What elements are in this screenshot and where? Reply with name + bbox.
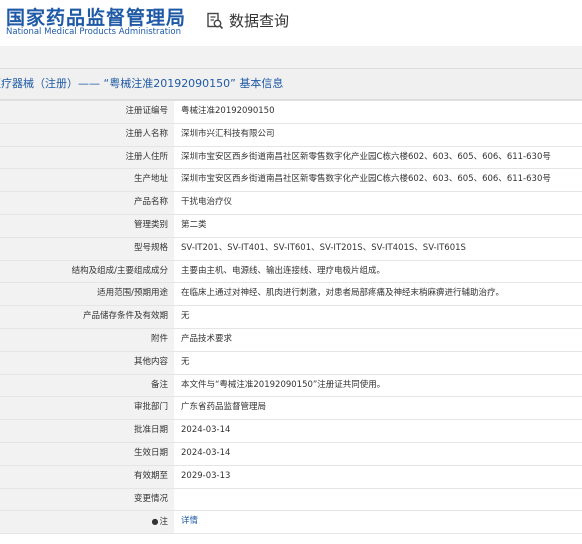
detail-row: 生效日期 2024-03-14 bbox=[0, 442, 582, 466]
detail-row-value: 深圳市兴汇科技有限公司 bbox=[181, 128, 275, 139]
detail-row-label-text: 有效期至 bbox=[133, 470, 168, 481]
detail-row-value: SV-IT201、SV-IT401、SV-IT601、SV-IT201S、SV-… bbox=[181, 242, 466, 253]
detail-row-label-text: 生效日期 bbox=[133, 447, 168, 458]
detail-row-value: 深圳市宝安区西乡街道南昌社区新零售数字化产业园C栋六楼602、603、605、6… bbox=[181, 174, 551, 185]
detail-row-value: 第二类 bbox=[181, 219, 207, 230]
data-query-link[interactable]: 数据查询 bbox=[206, 10, 289, 31]
detail-row: 管理类别 第二类 bbox=[0, 214, 582, 238]
detail-row: 附件 产品技术要求 bbox=[0, 328, 582, 352]
detail-row: 审批部门 广东省药品监督管理局 bbox=[0, 397, 582, 421]
detail-row-label-text: 结构及组成/主要组成成分 bbox=[71, 265, 168, 276]
detail-row-label: 附件 bbox=[0, 328, 174, 351]
detail-row-value: 深圳市宝安区西乡街道南昌社区新零售数字化产业园C栋六楼602、603、605、6… bbox=[181, 151, 551, 162]
detail-row: 产品名称 干扰电治疗仪 bbox=[0, 192, 582, 215]
detail-row-label: 注册证编号 bbox=[0, 101, 174, 123]
detail-row-label: 适用范围/预期用途 bbox=[0, 283, 174, 306]
detail-row-label-text: 备注 bbox=[150, 379, 168, 390]
detail-row-label: 注册人住所 bbox=[0, 146, 174, 169]
detail-row: 生产地址 深圳市宝安区西乡街道南昌社区新零售数字化产业园C栋六楼602、603、6… bbox=[0, 169, 582, 193]
detail-row-label-text: 注册证编号 bbox=[125, 106, 168, 116]
detail-row-label-text: 管理类别 bbox=[133, 219, 168, 230]
detail-row-label: 注册人名称 bbox=[0, 123, 174, 146]
detail-row: 适用范围/预期用途 在临床上通过对神经、肌肉进行刺激，对患者局部疼痛及神经末梢麻痹… bbox=[0, 283, 582, 307]
detail-row-label-text: 其他内容 bbox=[133, 356, 168, 367]
detail-row: 产品储存条件及有效期 无 bbox=[0, 306, 582, 329]
detail-row-label-text: 适用范围/预期用途 bbox=[97, 288, 168, 299]
detail-row-value: 广东省药品监督管理局 bbox=[181, 402, 267, 413]
detail-row: 注册证编号 粤械注准20192090150 bbox=[0, 101, 582, 124]
detail-row-label-text: 型号规格 bbox=[133, 242, 168, 253]
detail-row-label: 产品储存条件及有效期 bbox=[0, 306, 174, 328]
detail-row-label: 型号规格 bbox=[0, 237, 174, 260]
detail-row-label: 其他内容 bbox=[0, 351, 174, 374]
detail-row-label-text: 审批部门 bbox=[133, 402, 168, 413]
detail-row: 其他内容 无 bbox=[0, 351, 582, 375]
detail-row: 备注 本文件与“粤械注准20192090150”注册证共同使用。 bbox=[0, 374, 582, 398]
detail-row: 结构及组成/主要组成成分 主要由主机、电源线、输出连接线、理疗电极片组成。 bbox=[0, 260, 582, 284]
detail-row-label: 生效日期 bbox=[0, 442, 174, 465]
detail-row-label: 生产地址 bbox=[0, 169, 174, 192]
detail-row-label: 产品名称 bbox=[0, 192, 174, 214]
detail-row: 变更情况 bbox=[0, 488, 582, 512]
detail-row-label-text: 产品储存条件及有效期 bbox=[82, 311, 168, 322]
detail-table: 注册证编号 粤械注准20192090150 注册人名称 深圳市兴汇科技有限公司注册人住… bbox=[0, 100, 582, 535]
detail-row-label: 管理类别 bbox=[0, 214, 174, 237]
detail-row-label: 结构及组成/主要组成成分 bbox=[0, 260, 174, 283]
detail-row-value: 粤械注准20192090150 bbox=[181, 106, 275, 116]
detail-row: 型号规格 SV-IT201、SV-IT401、SV-IT601、SV-IT201S… bbox=[0, 237, 582, 261]
detail-row-label-text: 产品名称 bbox=[133, 197, 168, 208]
detail-row: 有效期至 2029-03-13 bbox=[0, 465, 582, 489]
search-document-icon bbox=[206, 12, 224, 30]
detail-row-value: 2024-03-14 bbox=[181, 447, 231, 458]
detail-row-label-text: 注 bbox=[159, 517, 168, 528]
detail-row-value: 本文件与“粤械注准20192090150”注册证共同使用。 bbox=[181, 379, 386, 390]
detail-row-label-text: 批准日期 bbox=[133, 425, 168, 436]
detail-row-value: 干扰电治疗仪 bbox=[181, 197, 233, 208]
detail-row-label-text: 注册人名称 bbox=[125, 128, 168, 139]
details-link[interactable]: 详情 bbox=[174, 511, 582, 533]
detail-row-value: 无 bbox=[181, 311, 190, 322]
detail-row-value: 2029-03-13 bbox=[181, 470, 231, 481]
data-query-label: 数据查询 bbox=[229, 12, 290, 30]
site-header: 国家药品监督管理局 National Medical Products Admi… bbox=[0, 0, 582, 46]
detail-row-value: 2024-03-14 bbox=[181, 425, 231, 436]
detail-row: ●注 详情 bbox=[0, 511, 582, 535]
site-logo-title[interactable]: 国家药品监督管理局 bbox=[6, 3, 186, 30]
detail-row-label-text: 生产地址 bbox=[133, 174, 168, 185]
detail-row-label: 变更情况 bbox=[0, 488, 174, 511]
detail-row-value: 产品技术要求 bbox=[181, 333, 233, 344]
detail-row-label-text: 附件 bbox=[150, 333, 168, 344]
detail-row-value: 主要由主机、电源线、输出连接线、理疗电极片组成。 bbox=[181, 265, 386, 276]
detail-row: 注册人名称 深圳市兴汇科技有限公司 bbox=[0, 123, 582, 147]
detail-row: 批准日期 2024-03-14 bbox=[0, 420, 582, 443]
detail-row-label: 批准日期 bbox=[0, 420, 174, 442]
detail-row-label: 审批部门 bbox=[0, 397, 174, 420]
detail-row-label: ●注 bbox=[0, 511, 174, 534]
detail-row-label: 备注 bbox=[0, 374, 174, 397]
detail-row-label-text: 变更情况 bbox=[133, 493, 168, 504]
detail-row-label-text: 注册人住所 bbox=[125, 151, 168, 162]
detail-row-label: 有效期至 bbox=[0, 465, 174, 488]
bullet-icon: ● bbox=[151, 517, 159, 527]
detail-row-value bbox=[174, 489, 582, 511]
record-title: 医疗器械（注册）—— “粤械注准20192090150” 基本信息 bbox=[0, 68, 582, 100]
header-divider-band bbox=[0, 46, 582, 68]
detail-row: 注册人住所 深圳市宝安区西乡街道南昌社区新零售数字化产业园C栋六楼602、603、… bbox=[0, 146, 582, 170]
detail-row-value: 在临床上通过对神经、肌肉进行刺激，对患者局部疼痛及神经末梢麻痹进行辅助治疗。 bbox=[181, 288, 505, 299]
detail-row-value: 无 bbox=[181, 356, 190, 367]
site-logo-subtitle: National Medical Products Administration bbox=[6, 27, 181, 37]
